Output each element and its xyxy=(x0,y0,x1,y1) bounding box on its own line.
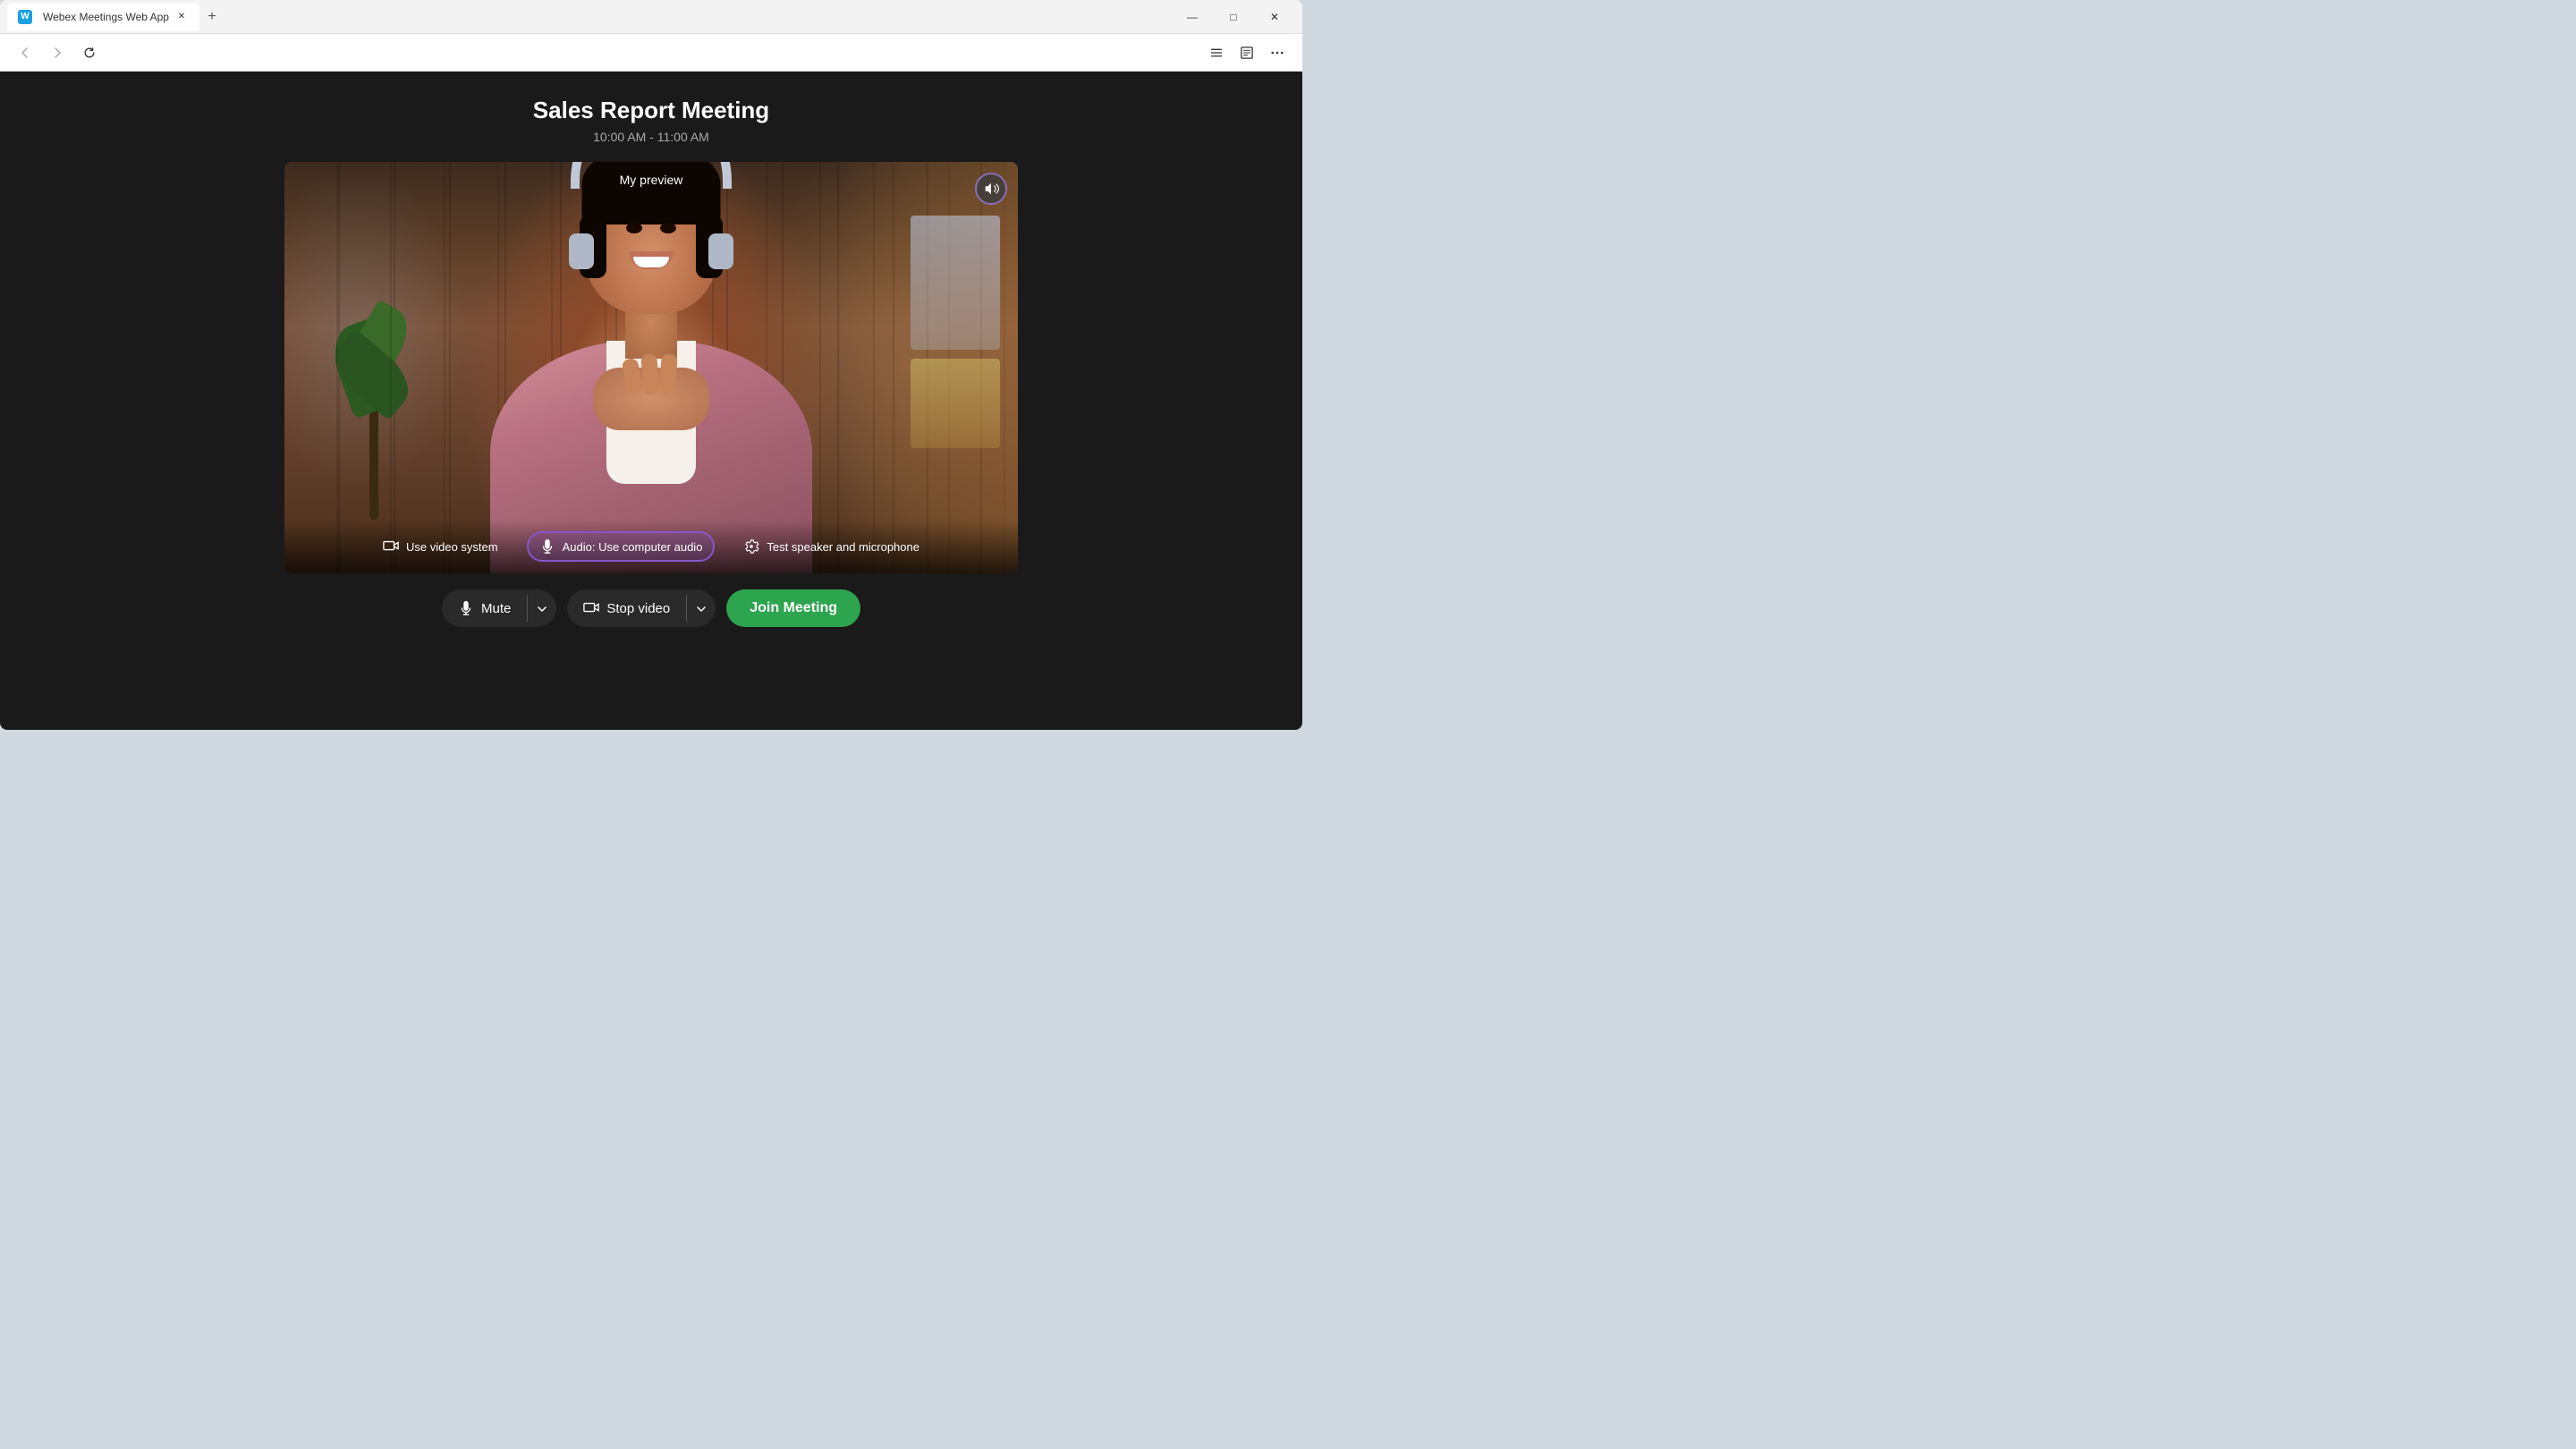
use-video-system-label: Use video system xyxy=(406,540,498,554)
tab-title: Webex Meetings Web App xyxy=(43,11,169,23)
sidebar-button[interactable] xyxy=(1202,38,1231,67)
computer-audio-label: Audio: Use computer audio xyxy=(563,540,703,554)
tab-bar: W Webex Meetings Web App ✕ + xyxy=(7,3,1168,31)
tab-favicon: W xyxy=(18,10,32,24)
join-meeting-button[interactable]: Join Meeting xyxy=(726,589,860,627)
browser-window: W Webex Meetings Web App ✕ + — □ ✕ xyxy=(0,0,1302,730)
back-button[interactable] xyxy=(11,38,39,67)
preview-label: My preview xyxy=(620,173,683,187)
nav-bar xyxy=(0,34,1302,72)
more-options-button[interactable] xyxy=(1263,38,1292,67)
mute-chevron[interactable] xyxy=(528,591,556,625)
video-preview: My preview xyxy=(284,162,1018,573)
maximize-button[interactable]: □ xyxy=(1213,3,1254,31)
window-controls: — □ ✕ xyxy=(1172,3,1295,31)
video-chevron[interactable] xyxy=(687,591,716,625)
sound-indicator-button[interactable] xyxy=(975,173,1007,205)
settings-icon xyxy=(743,538,759,555)
title-bar: W Webex Meetings Web App ✕ + — □ ✕ xyxy=(0,0,1302,34)
video-background xyxy=(284,162,1018,573)
use-video-system-button[interactable]: Use video system xyxy=(372,533,509,560)
test-speaker-label: Test speaker and microphone xyxy=(767,540,919,554)
tab-close-button[interactable]: ✕ xyxy=(174,10,189,24)
video-bottom-bar: Use video system Audio: Use computer aud… xyxy=(284,520,1018,573)
meeting-header: Sales Report Meeting 10:00 AM - 11:00 AM xyxy=(533,72,769,162)
stop-video-button[interactable]: Stop video xyxy=(567,589,686,627)
new-tab-button[interactable]: + xyxy=(199,4,225,30)
video-system-icon xyxy=(383,538,399,555)
meeting-title: Sales Report Meeting xyxy=(533,97,769,124)
reading-view-button[interactable] xyxy=(1233,38,1261,67)
forward-button[interactable] xyxy=(43,38,72,67)
active-tab[interactable]: W Webex Meetings Web App ✕ xyxy=(7,3,199,31)
use-computer-audio-button[interactable]: Audio: Use computer audio xyxy=(527,531,716,562)
stop-video-button-group: Stop video xyxy=(567,589,716,627)
reload-button[interactable] xyxy=(75,38,104,67)
computer-audio-icon xyxy=(539,538,555,555)
test-speaker-button[interactable]: Test speaker and microphone xyxy=(733,533,930,560)
content-area: Sales Report Meeting 10:00 AM - 11:00 AM xyxy=(0,72,1302,730)
close-button[interactable]: ✕ xyxy=(1254,3,1295,31)
camera-icon xyxy=(583,600,599,616)
meeting-time: 10:00 AM - 11:00 AM xyxy=(533,130,769,144)
stop-video-label: Stop video xyxy=(606,601,670,616)
microphone-icon xyxy=(458,600,474,616)
action-bar: Mute Stop video xyxy=(442,573,860,648)
minimize-button[interactable]: — xyxy=(1172,3,1213,31)
mute-label: Mute xyxy=(481,601,511,616)
mute-button[interactable]: Mute xyxy=(442,589,527,627)
mute-button-group: Mute xyxy=(442,589,556,627)
nav-right-controls xyxy=(1202,38,1292,67)
